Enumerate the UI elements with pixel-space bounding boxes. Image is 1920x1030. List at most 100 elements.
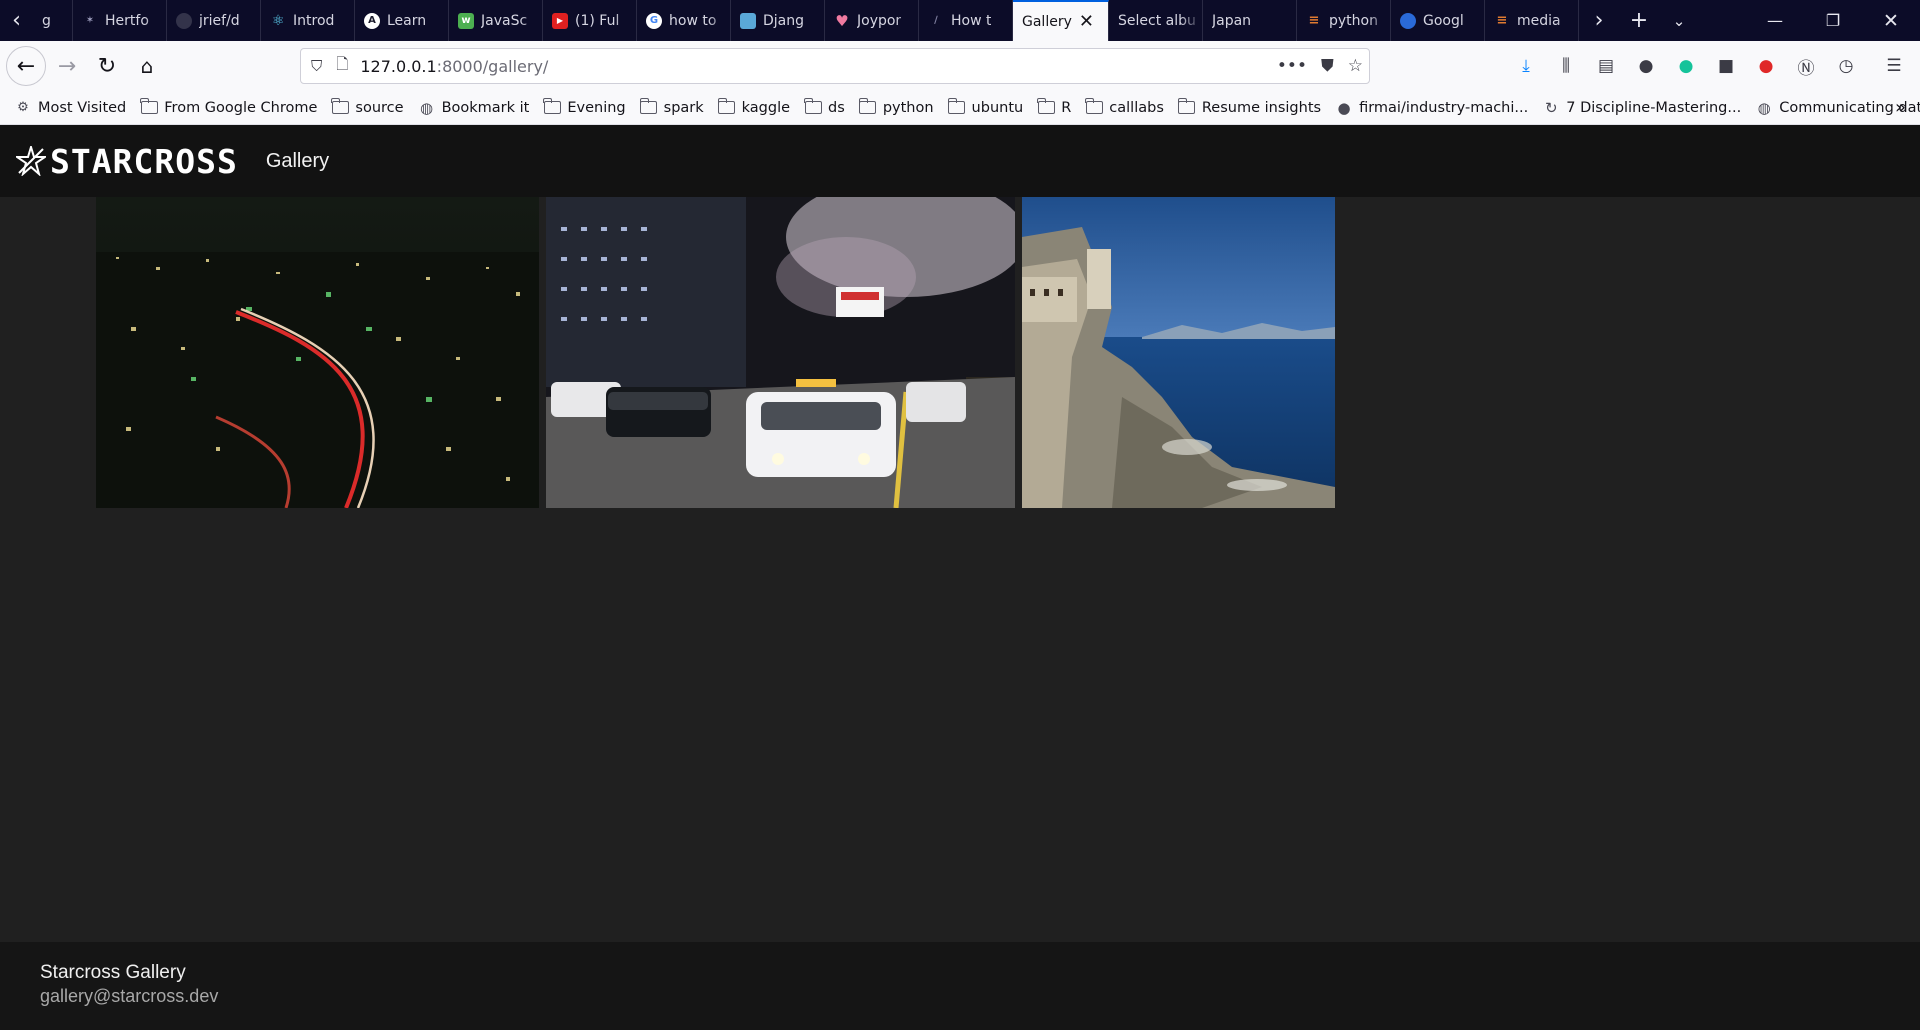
- menu-icon[interactable]: ☰: [1874, 49, 1914, 83]
- bookmark-label: Resume insights: [1201, 99, 1322, 116]
- tab[interactable]: jrief/d: [167, 0, 261, 41]
- tab[interactable]: G how to: [637, 0, 731, 41]
- grammarly-icon[interactable]: ●: [1666, 49, 1706, 83]
- bookmark-folder[interactable]: python: [858, 98, 934, 116]
- youtube-icon: ▶: [552, 12, 568, 29]
- tab[interactable]: Googl: [1391, 0, 1485, 41]
- star-icon: ✶: [85, 15, 95, 26]
- new-tab-icon[interactable]: +: [1619, 0, 1659, 41]
- bookmark-item[interactable]: ◍ Bookmark it: [418, 99, 530, 117]
- tab[interactable]: ≡ python: [1297, 0, 1391, 41]
- django-icon: [740, 12, 756, 29]
- bookmark-label: firmai/industry-machi...: [1359, 99, 1529, 116]
- bookmark-folder[interactable]: kaggle: [717, 98, 790, 116]
- account-icon[interactable]: ●: [1626, 49, 1666, 83]
- photo-coastal-cliff-fortress[interactable]: [1022, 197, 1335, 508]
- tab[interactable]: ✶ Hertfo: [73, 0, 167, 41]
- tab[interactable]: ▶ (1) Ful: [543, 0, 637, 41]
- tab[interactable]: g: [33, 0, 73, 41]
- bookmark-folder[interactable]: ubuntu: [947, 98, 1023, 116]
- close-tab-icon[interactable]: ✕: [1079, 12, 1094, 31]
- scroll-tabs-left-icon[interactable]: ‹: [0, 0, 33, 41]
- shield-icon[interactable]: ⛉: [311, 57, 322, 75]
- bookmark-label: calllabs: [1109, 99, 1164, 116]
- notion-icon[interactable]: Ⓝ: [1786, 49, 1826, 83]
- tab-active[interactable]: Gallery ✕: [1013, 0, 1109, 41]
- bookmark-star-icon[interactable]: ☆: [1348, 56, 1363, 76]
- site-logo[interactable]: STARCROSS: [16, 142, 238, 181]
- gear-icon: ⚙: [17, 100, 29, 115]
- page-info-icon[interactable]: 🗋: [336, 54, 348, 79]
- tab-label: Learn: [387, 12, 427, 29]
- bookmarks-toolbar: ⚙ Most Visited From Google Chrome source …: [0, 91, 1920, 125]
- bookmark-folder[interactable]: spark: [639, 98, 704, 116]
- url-host: 127.0.0.1: [360, 56, 437, 76]
- nav-link-gallery[interactable]: Gallery: [266, 150, 329, 173]
- close-window-icon[interactable]: ✕: [1862, 0, 1920, 41]
- bookmark-folder[interactable]: source: [331, 98, 404, 116]
- url-bar[interactable]: ⛉ 🗋 127.0.0.1:8000/gallery/ ••• ⛊ ☆: [300, 48, 1370, 84]
- library-icon[interactable]: ⫼: [1546, 49, 1586, 83]
- bookmark-label: spark: [663, 99, 704, 116]
- pocket-icon[interactable]: ⛊: [1321, 56, 1334, 76]
- tab[interactable]: ♥ Joypor: [825, 0, 919, 41]
- bookmark-label: ds: [828, 99, 845, 116]
- back-button[interactable]: ←: [6, 46, 46, 86]
- tab-label: Googl: [1423, 12, 1464, 29]
- tab[interactable]: Select albu: [1109, 0, 1203, 41]
- tab-label: How t: [951, 12, 992, 29]
- react-icon: ⚛: [271, 12, 285, 29]
- bookmark-item[interactable]: ↻ 7 Discipline-Mastering...: [1542, 99, 1742, 117]
- photo-night-city-highway[interactable]: [96, 197, 539, 508]
- bookmark-item[interactable]: ⚙ Most Visited: [14, 100, 126, 116]
- forward-button[interactable]: →: [50, 49, 84, 83]
- academy-icon: A: [364, 12, 380, 29]
- tab[interactable]: ⚛ Introd: [261, 0, 355, 41]
- github-icon: [176, 12, 192, 29]
- page-icon: ∕: [934, 15, 938, 26]
- url-path: :8000/gallery/: [436, 56, 549, 76]
- selenium-icon[interactable]: ■: [1706, 49, 1746, 83]
- tab[interactable]: ∕ How t: [919, 0, 1013, 41]
- bookmark-folder[interactable]: Resume insights: [1177, 98, 1322, 116]
- reload-button[interactable]: ↻: [90, 49, 124, 83]
- tab[interactable]: w JavaSc: [449, 0, 543, 41]
- bookmark-label: Most Visited: [38, 99, 127, 116]
- w3schools-icon: w: [458, 12, 474, 29]
- home-button[interactable]: ⌂: [130, 49, 164, 83]
- tab[interactable]: A Learn: [355, 0, 449, 41]
- tab[interactable]: Japan: [1203, 0, 1297, 41]
- bookmark-item[interactable]: ● firmai/industry-machi...: [1335, 99, 1529, 117]
- list-all-tabs-icon[interactable]: ⌄: [1659, 0, 1699, 41]
- site-footer: Starcross Gallery gallery@starcross.dev: [0, 942, 1920, 1030]
- scroll-tabs-right-icon[interactable]: ›: [1579, 0, 1619, 41]
- restore-icon[interactable]: ❐: [1804, 0, 1862, 41]
- bookmark-label: 7 Discipline-Mastering...: [1566, 99, 1742, 116]
- sidebar-icon[interactable]: ▤: [1586, 49, 1626, 83]
- bookmark-folder[interactable]: R: [1037, 98, 1072, 116]
- tab-label: Gallery: [1022, 13, 1072, 30]
- folder-icon: [639, 98, 658, 115]
- bookmark-folder[interactable]: From Google Chrome: [140, 98, 317, 116]
- footer-email[interactable]: gallery@starcross.dev: [40, 986, 1920, 1007]
- folder-icon: [717, 98, 736, 115]
- tab[interactable]: Djang: [731, 0, 825, 41]
- history-icon[interactable]: ◷: [1826, 49, 1866, 83]
- url-text[interactable]: 127.0.0.1:8000/gallery/: [360, 57, 548, 76]
- more-bookmarks-icon[interactable]: »: [1895, 97, 1906, 118]
- bookmark-label: R: [1061, 99, 1072, 116]
- tab[interactable]: ≡ media: [1485, 0, 1579, 41]
- bookmark-label: Bookmark it: [441, 99, 530, 116]
- minimize-icon[interactable]: —: [1746, 0, 1804, 41]
- bookmark-folder[interactable]: ds: [804, 98, 845, 116]
- google-cloud-icon: [1400, 12, 1416, 29]
- page-actions-icon[interactable]: •••: [1277, 56, 1307, 76]
- downloads-icon[interactable]: ⤓: [1506, 49, 1546, 83]
- bookmark-folder[interactable]: calllabs: [1085, 98, 1164, 116]
- tomato-timer-icon[interactable]: ●: [1746, 49, 1786, 83]
- photo-tokyo-taxis-cherry-blossom[interactable]: [546, 197, 1015, 508]
- bookmark-label: source: [355, 99, 404, 116]
- globe-icon: ◍: [1757, 98, 1771, 117]
- star-logo-icon: [16, 146, 46, 176]
- bookmark-folder[interactable]: Evening: [543, 98, 626, 116]
